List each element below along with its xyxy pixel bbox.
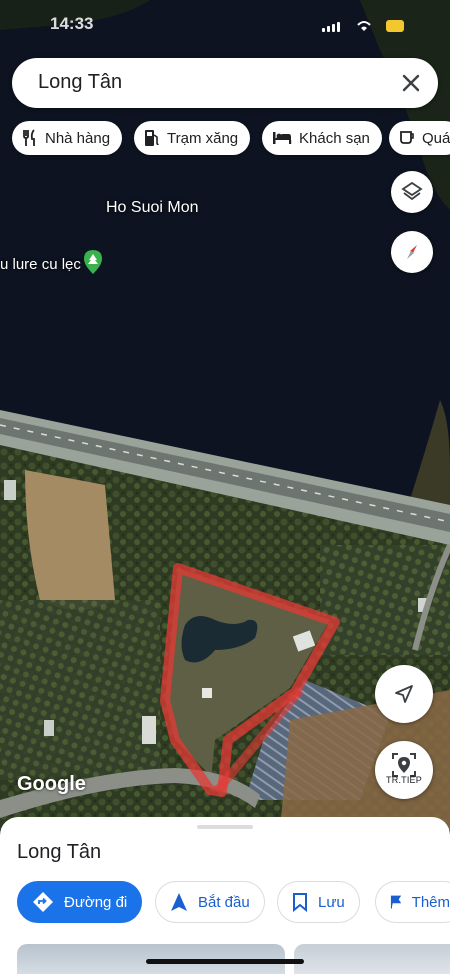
place-title: Long Tân [17, 841, 102, 863]
search-bar[interactable]: Long Tân [12, 58, 438, 108]
chip-label: Nhà hàng [45, 129, 111, 147]
lake-label: Ho Suoi Mon [106, 199, 199, 216]
bookmark-icon [293, 893, 307, 912]
status-time: 14:33 [50, 14, 94, 33]
chip-cafes[interactable]: Quá [389, 121, 450, 155]
chip-restaurants[interactable]: Nhà hàng [12, 121, 123, 155]
close-icon[interactable] [396, 68, 426, 98]
cellular-signal-icon [322, 22, 340, 32]
compass-icon [407, 245, 417, 259]
coffee-cup-icon [400, 131, 414, 144]
chip-label: Quá [422, 129, 450, 147]
chip-gas-stations[interactable]: Trạm xăng [134, 121, 251, 155]
sheet-drag-handle[interactable] [197, 825, 253, 829]
compass-button[interactable] [391, 231, 433, 273]
more-button[interactable]: Thêm [375, 881, 450, 923]
place-sheet[interactable]: Long Tân Đường đi Bắt đầu Lưu Thêm [0, 817, 450, 974]
action-label: Bắt đầu [198, 893, 250, 911]
action-label: Lưu [318, 893, 345, 911]
action-label: Thêm [411, 893, 450, 911]
action-label: Đường đi [64, 893, 128, 911]
search-query[interactable]: Long Tân [38, 71, 122, 94]
layers-icon [401, 181, 423, 201]
chip-label: Trạm xăng [167, 129, 239, 147]
poi-label[interactable]: u lure cu lẹc [0, 256, 81, 273]
start-button[interactable]: Bắt đầu [155, 881, 265, 923]
fork-knife-icon [23, 129, 35, 146]
google-logo: Google [17, 773, 86, 795]
battery-icon [386, 20, 404, 32]
my-location-button[interactable] [375, 665, 433, 723]
park-pin-icon[interactable] [83, 249, 103, 275]
photo-thumbnail[interactable] [294, 944, 450, 974]
navigation-arrow-icon [395, 685, 413, 703]
wifi-icon [357, 21, 371, 31]
layers-button[interactable] [391, 171, 433, 213]
home-indicator [146, 959, 304, 964]
directions-icon [33, 892, 53, 912]
gas-station-icon [145, 130, 159, 146]
live-view-label: TR.TIẾP [386, 775, 422, 785]
save-button[interactable]: Lưu [277, 881, 360, 923]
navigation-arrow-icon [171, 893, 187, 911]
live-view-button[interactable]: TR.TIẾP [375, 741, 433, 799]
flag-icon [390, 895, 402, 909]
status-bar: 14:33 [0, 0, 450, 50]
chip-hotels[interactable]: Khách sạn [262, 121, 382, 155]
bed-icon [273, 132, 292, 144]
chip-label: Khách sạn [299, 129, 370, 147]
directions-button[interactable]: Đường đi [17, 881, 143, 923]
